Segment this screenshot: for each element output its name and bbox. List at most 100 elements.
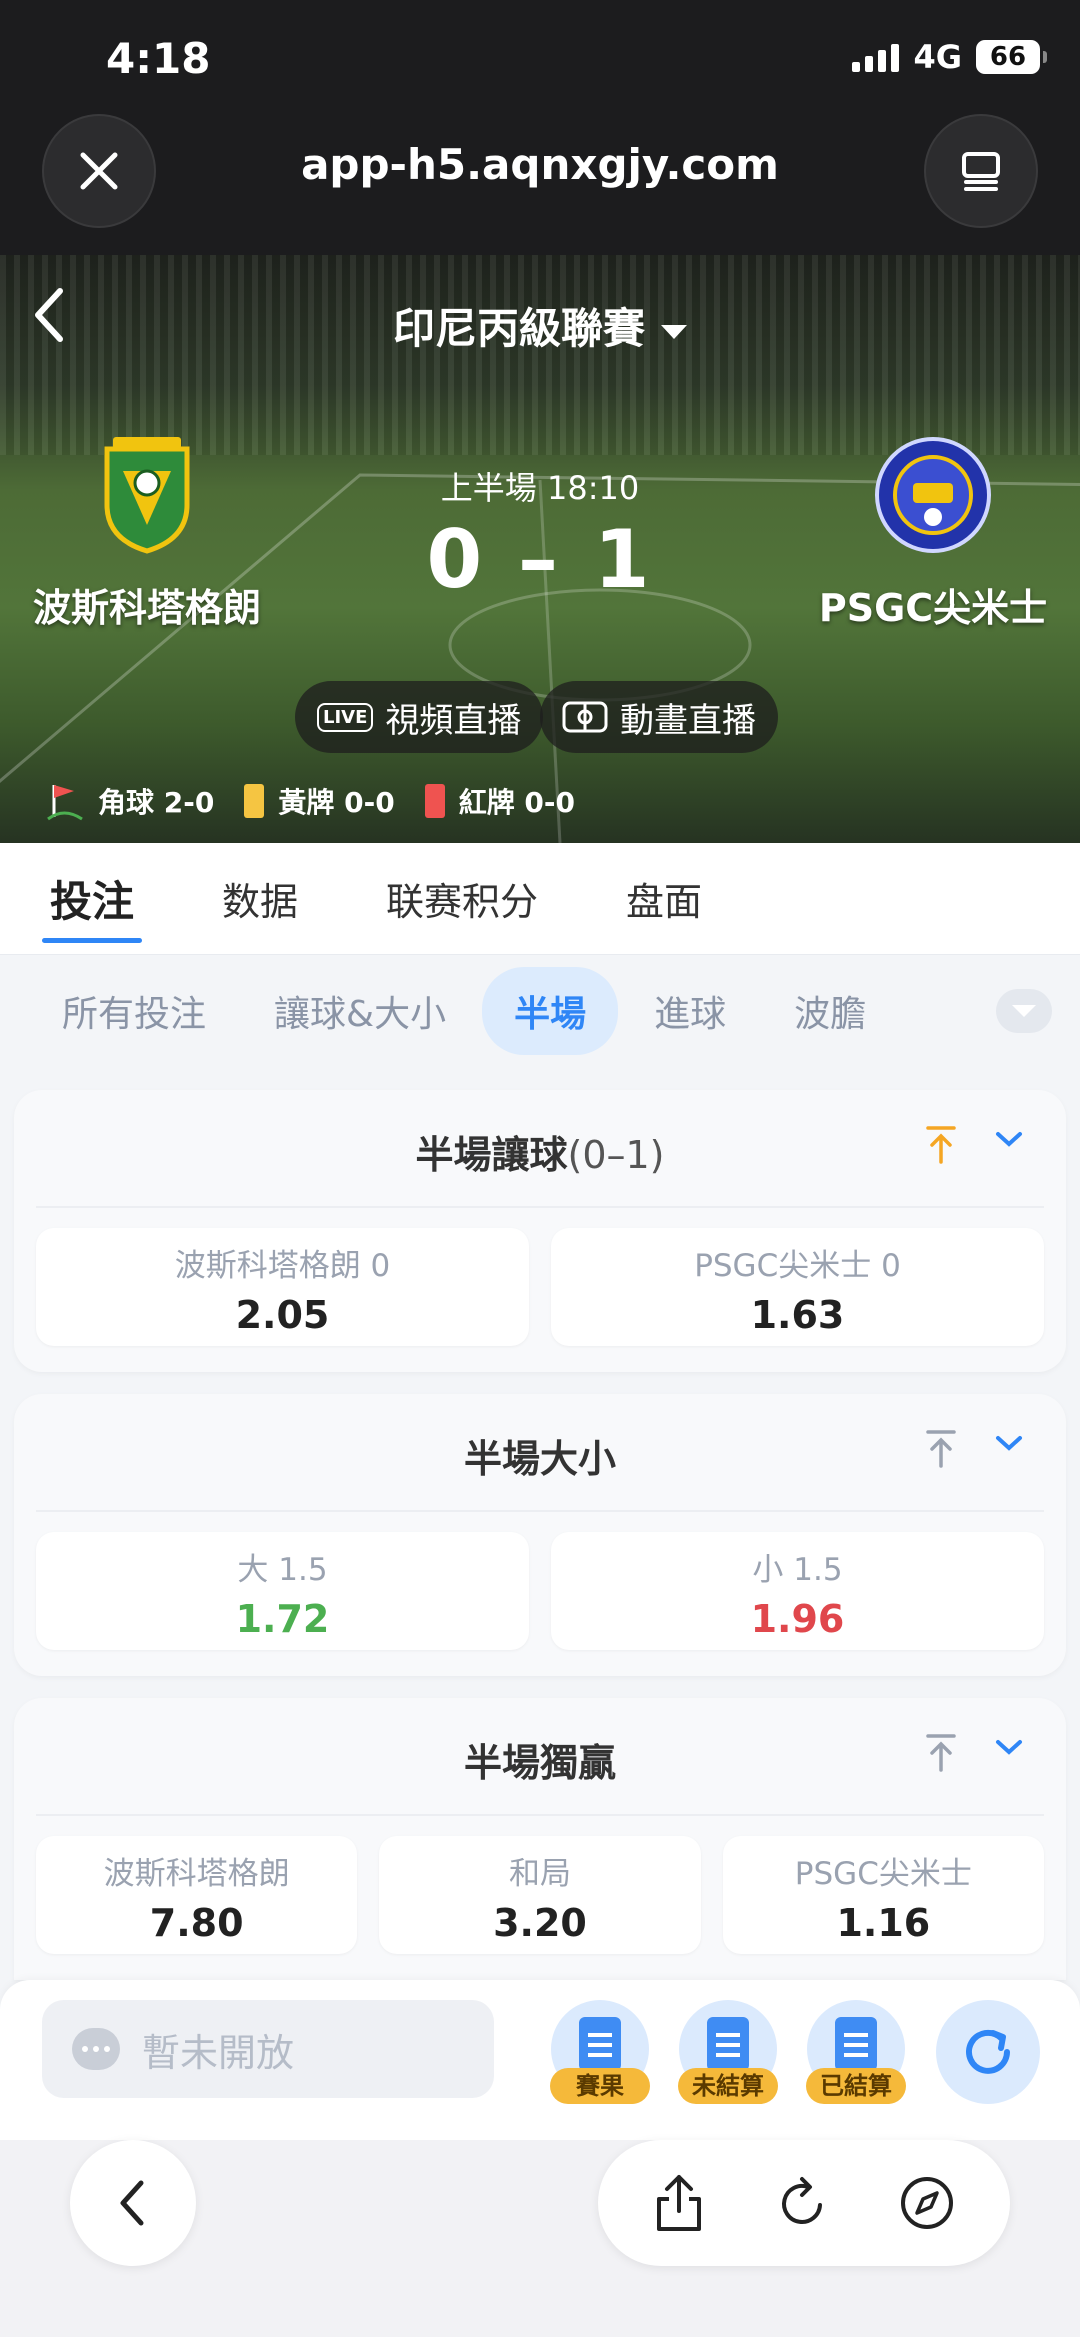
home-team: 波斯科塔格朗 (2, 435, 292, 632)
share-icon[interactable] (651, 2171, 707, 2235)
video-live-button[interactable]: LIVE 視頻直播 (295, 681, 544, 753)
odds-row: 波斯科塔格朗 0 2.05 PSGC尖米士 0 1.63 (14, 1208, 1066, 1366)
odds-button[interactable]: 波斯科塔格朗 0 2.05 (36, 1228, 529, 1346)
chat-icon (72, 2028, 120, 2070)
chevron-down-icon[interactable] (992, 1732, 1026, 1762)
pin-top-icon[interactable] (924, 1428, 958, 1468)
status-bar: 4:18 4G 66 (0, 0, 1080, 110)
animation-live-label: 動畫直播 (620, 700, 756, 741)
refresh-icon (966, 2029, 1010, 2074)
league-name: 印尼丙級聯賽 (392, 304, 645, 353)
odds-value: 2.05 (235, 1293, 330, 1337)
odds-value: 1.16 (836, 1901, 931, 1945)
odds-button[interactable]: PSGC尖米士 0 1.63 (551, 1228, 1044, 1346)
live-tv-icon: LIVE (317, 702, 374, 732)
browser-back-button[interactable] (70, 2140, 196, 2266)
red-card-icon (424, 784, 445, 818)
browser-bar: app-h5.aqnxgjy.com (0, 110, 1080, 255)
odds-value: 3.20 (493, 1901, 587, 1945)
settled-label: 已結算 (806, 2068, 906, 2104)
odds-label: PSGC尖米士 0 (694, 1248, 901, 1284)
odds-label: 和局 (508, 1856, 571, 1892)
odds-label: PSGC尖米士 (794, 1856, 972, 1892)
market-title-text: 半場大小 (463, 1437, 616, 1481)
market-title-text: 半場讓球 (415, 1133, 568, 1177)
animation-live-button[interactable]: 動畫直播 (540, 681, 778, 753)
tab-bets[interactable]: 投注 (41, 868, 143, 943)
odds-row: 大 1.5 1.72 小 1.5 1.96 (14, 1512, 1066, 1670)
subtab-half-time[interactable]: 半場 (482, 967, 619, 1055)
reload-icon[interactable] (774, 2173, 830, 2233)
market-card-handicap: 半場讓球(0–1) 波斯科塔格朗 0 2.05 PSGC尖米士 0 1.63 (14, 1090, 1066, 1372)
odds-button[interactable]: PSGC尖米士 1.16 (722, 1836, 1044, 1954)
tab-data[interactable]: 数据 (222, 871, 298, 926)
unsettled-label: 未結算 (678, 2068, 778, 2104)
chevron-down-icon[interactable] (992, 1428, 1026, 1458)
odds-value: 7.80 (149, 1901, 244, 1945)
bottom-action-bar: 暫未開放 賽果 未結算 已結算 (0, 1980, 1080, 2140)
chevron-left-icon (120, 2180, 144, 2226)
refresh-button[interactable] (936, 2000, 1040, 2104)
odds-button[interactable]: 小 1.5 1.96 (551, 1532, 1044, 1650)
chevron-down-icon (1012, 1005, 1036, 1017)
chat-input[interactable]: 暫未開放 (42, 2000, 494, 2098)
tabs-icon (962, 152, 1000, 191)
compass-icon[interactable] (897, 2173, 957, 2233)
match-stats: 角球 2-0 黃牌 0-0 紅牌 0-0 (46, 781, 575, 821)
league-selector[interactable]: 印尼丙級聯賽 (0, 295, 1080, 356)
odds-value: 1.63 (750, 1293, 845, 1337)
unsettled-button[interactable]: 未結算 (676, 2000, 780, 2104)
match-header: 印尼丙級聯賽 波斯科塔格朗 上半場 18:10 0 – 1 PSGC尖米士 LI… (0, 255, 1080, 843)
subtab-all-bets[interactable]: 所有投注 (30, 967, 238, 1055)
corners-stat: 角球 2-0 (98, 786, 215, 819)
odds-button[interactable]: 波斯科塔格朗 7.80 (36, 1836, 358, 1954)
market-title: 半場讓球(0–1) (36, 1124, 1044, 1179)
odds-label: 小 1.5 (752, 1552, 843, 1588)
subtab-goals[interactable]: 進球 (622, 967, 758, 1055)
odds-label: 波斯科塔格朗 0 (174, 1248, 391, 1284)
chat-placeholder: 暫未開放 (142, 2030, 295, 2075)
pin-top-icon[interactable] (924, 1124, 958, 1164)
odds-button[interactable]: 和局 3.20 (379, 1836, 701, 1954)
battery-icon: 66 (976, 40, 1047, 74)
corner-flag-icon (47, 785, 83, 821)
match-score: 0 – 1 (426, 513, 654, 606)
video-live-label: 視頻直播 (385, 700, 522, 741)
match-status: 上半場 18:10 0 – 1 (340, 463, 740, 606)
red-cards-stat: 紅牌 0-0 (458, 786, 576, 819)
settled-button[interactable]: 已結算 (804, 2000, 908, 2104)
pin-top-icon[interactable] (924, 1732, 958, 1772)
away-team-name: PSGC尖米士 (818, 586, 1048, 630)
status-indicators: 4G 66 (852, 38, 1047, 76)
results-button[interactable]: 賽果 (548, 2000, 652, 2104)
bet-category-tabs: 所有投注 讓球&大小 半場 進球 波膽 (0, 955, 1080, 1067)
match-period: 上半場 18:10 (440, 469, 640, 507)
caret-down-icon (661, 324, 687, 339)
yellow-cards-stat: 黃牌 0-0 (278, 786, 395, 819)
status-time: 4:18 (106, 34, 211, 83)
subtab-handicap-total[interactable]: 讓球&大小 (242, 967, 478, 1055)
tab-market[interactable]: 盘面 (626, 871, 702, 926)
chevron-down-icon[interactable] (992, 1124, 1026, 1154)
browser-toolbar (0, 2140, 1080, 2337)
market-header: 半場大小 (36, 1394, 1044, 1512)
odds-button[interactable]: 大 1.5 1.72 (36, 1532, 529, 1650)
home-team-name: 波斯科塔格朗 (32, 586, 261, 630)
subtab-correct-score[interactable]: 波膽 (762, 967, 898, 1055)
market-line: (0–1) (567, 1133, 665, 1177)
url-text[interactable]: app-h5.aqnxgjy.com (0, 140, 1080, 189)
yellow-card-icon (244, 784, 265, 818)
browser-actions (598, 2140, 1010, 2266)
results-label: 賽果 (550, 2068, 650, 2104)
odds-value: 1.72 (235, 1597, 330, 1641)
odds-label: 大 1.5 (237, 1552, 328, 1588)
signal-icon (852, 42, 900, 72)
tab-standings[interactable]: 联赛积分 (386, 871, 538, 926)
home-team-logo (104, 437, 190, 554)
more-tabs-button[interactable] (996, 989, 1052, 1033)
away-team: PSGC尖米士 (788, 435, 1078, 632)
pitch-icon (562, 701, 608, 733)
odds-row: 波斯科塔格朗 7.80 和局 3.20 PSGC尖米士 1.16 (14, 1816, 1066, 1974)
main-tabs: 投注 数据 联赛积分 盘面 (0, 843, 1080, 955)
browser-menu-button[interactable] (924, 114, 1038, 228)
